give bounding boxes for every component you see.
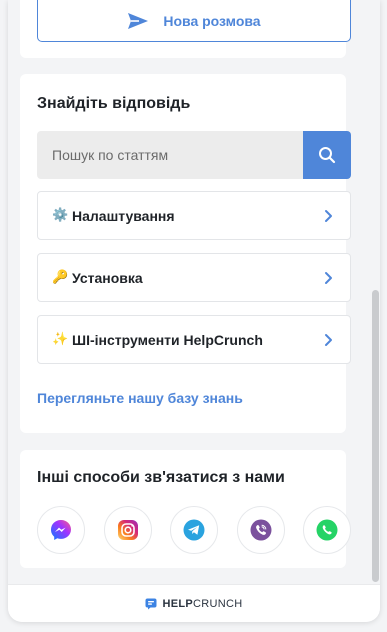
widget-scroll-area[interactable]: Нова розмова Знайдіть відповідь ⚙️ Налаш… xyxy=(8,0,380,584)
category-label: Налаштування xyxy=(72,207,175,224)
category-settings[interactable]: ⚙️ Налаштування xyxy=(37,191,351,240)
browse-knowledge-base-link[interactable]: Перегляньте нашу базу знань xyxy=(37,390,243,406)
telegram-button[interactable] xyxy=(170,506,218,554)
chevron-right-icon xyxy=(325,333,332,346)
footer-brand-rest: CRUNCH xyxy=(193,597,243,610)
viber-icon xyxy=(250,519,271,541)
helpcrunch-logo-icon xyxy=(145,598,157,609)
messenger-icon xyxy=(51,520,71,540)
category-installation[interactable]: 🔑 Установка xyxy=(37,253,351,302)
knowledge-base-card: Знайдіть відповідь ⚙️ Налаштування xyxy=(20,74,351,433)
footer-brand-bold: HELP xyxy=(162,597,194,610)
viber-button[interactable] xyxy=(236,506,285,554)
knowledge-base-title: Знайдіть відповідь xyxy=(37,95,191,112)
new-chat-label: Нова розмова xyxy=(163,12,261,29)
new-chat-button[interactable]: Нова розмова xyxy=(37,0,351,42)
key-icon: 🔑 xyxy=(52,270,69,285)
article-search xyxy=(37,131,351,179)
instagram-button[interactable] xyxy=(103,506,152,554)
powered-by-footer[interactable]: HELP CRUNCH xyxy=(8,584,380,622)
search-button[interactable] xyxy=(303,131,351,179)
new-chat-card: Нова розмова xyxy=(20,0,351,58)
chevron-right-icon xyxy=(325,209,332,222)
sparkles-icon: ✨ xyxy=(52,332,69,347)
whatsapp-icon xyxy=(316,519,338,541)
search-icon xyxy=(319,147,336,164)
category-label: Установка xyxy=(72,269,143,286)
chevron-right-icon xyxy=(325,271,332,284)
search-input[interactable] xyxy=(37,131,303,179)
contact-title: Інші способи зв'язатися з нами xyxy=(37,469,285,486)
send-icon xyxy=(128,12,149,29)
messenger-button[interactable] xyxy=(37,506,85,554)
telegram-icon xyxy=(183,519,205,541)
category-label: ШІ-інструменти HelpCrunch xyxy=(72,331,263,348)
scrollbar-thumb[interactable] xyxy=(372,290,379,582)
whatsapp-button[interactable] xyxy=(303,506,351,554)
contact-card: Інші способи зв'язатися з нами xyxy=(20,450,351,568)
contact-channels xyxy=(37,506,351,554)
instagram-icon xyxy=(117,520,138,540)
gear-icon: ⚙️ xyxy=(52,208,69,223)
chat-widget: Нова розмова Знайдіть відповідь ⚙️ Налаш… xyxy=(8,0,380,622)
category-ai-tools[interactable]: ✨ ШІ-інструменти HelpCrunch xyxy=(37,315,351,364)
